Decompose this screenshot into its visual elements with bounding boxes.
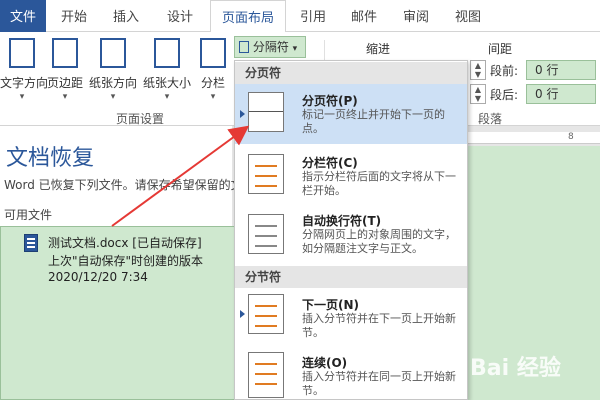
recovered-file-subtitle: 上次"自动保存"时创建的版本	[48, 254, 204, 268]
ribbon-tab-bar: 文件 开始 插入 设计 页面布局 引用 邮件 审阅 视图	[0, 0, 600, 33]
orientation-button[interactable]: 纸张方向 ▾	[86, 32, 140, 108]
menu-item-title: 分栏符(C)	[302, 156, 358, 170]
continuous-break-icon	[248, 352, 284, 398]
text-direction-button[interactable]: 文字方向 ▾	[0, 32, 49, 108]
breaks-button[interactable]: 分隔符 ▾	[234, 36, 306, 58]
selection-marker-icon	[240, 310, 245, 318]
menu-item-desc: 标记一页终止并开始下一页的点。	[302, 108, 445, 135]
recovery-description: Word 已恢复下列文件。请保存希望保留的文	[4, 178, 243, 192]
recovered-file-timestamp: 2020/12/20 7:34	[48, 270, 148, 284]
available-files-label: 可用文件	[4, 208, 53, 222]
spacing-after-stepper[interactable]: ▲ ▼	[470, 84, 486, 104]
spacing-before-label: 段前:	[490, 64, 519, 78]
recovery-title: 文档恢复	[6, 146, 95, 171]
tab-mailings[interactable]: 邮件	[342, 0, 386, 32]
orientation-icon	[100, 38, 126, 68]
tab-insert[interactable]: 插入	[104, 0, 148, 32]
spacing-before-input[interactable]: 0 行	[526, 60, 596, 80]
tab-page-layout[interactable]: 页面布局	[210, 0, 286, 33]
paper-size-button[interactable]: 纸张大小 ▾	[140, 32, 194, 108]
ruler: 8	[468, 132, 600, 144]
chevron-down-icon: ▾	[210, 92, 216, 102]
menu-item-desc: 分隔网页上的对象周围的文字，如分隔题注文字与正文。	[302, 228, 456, 255]
menu-item-title: 分页符(P)	[302, 94, 358, 108]
tab-file[interactable]: 文件	[0, 0, 46, 32]
recovered-file-name: 测试文档.docx [已自动保存]	[48, 236, 202, 250]
menu-item-title: 下一页(N)	[302, 298, 360, 312]
column-break-icon	[248, 154, 284, 194]
text-direction-icon	[9, 38, 35, 68]
selection-marker-icon	[240, 110, 245, 118]
margins-button[interactable]: 页边距 ▾	[44, 32, 86, 108]
menu-item-desc: 插入分节符并在下一页上开始新节。	[302, 312, 456, 339]
word-document-icon	[24, 234, 38, 252]
menu-item-title: 自动换行符(T)	[302, 214, 382, 228]
chevron-down-icon: ▾	[110, 92, 116, 102]
chevron-down-icon: ▾	[164, 92, 170, 102]
spacing-after-input[interactable]: 0 行	[526, 84, 596, 104]
tab-home[interactable]: 开始	[52, 0, 96, 32]
menu-item-desc: 指示分栏符后面的文字将从下一栏开始。	[302, 170, 456, 197]
spacing-label: 间距	[488, 42, 513, 56]
menu-item-title: 连续(O)	[302, 356, 348, 370]
menu-section-section-breaks: 分节符	[235, 266, 467, 288]
paper-size-label: 纸张大小	[142, 76, 191, 90]
text-direction-label: 文字方向	[0, 76, 49, 90]
watermark-logo: Bai 经验	[470, 356, 561, 381]
tab-view[interactable]: 视图	[446, 0, 490, 32]
chevron-down-icon: ▾	[292, 44, 298, 54]
spacing-after-label: 段后:	[490, 88, 519, 102]
breaks-icon	[239, 41, 249, 53]
group-paragraph-label: 段落	[478, 112, 503, 126]
tab-design[interactable]: 设计	[158, 0, 202, 32]
ruler-number: 8	[568, 132, 574, 142]
margins-icon	[52, 38, 78, 68]
margins-label: 页边距	[46, 76, 83, 90]
columns-icon	[200, 38, 226, 68]
menu-section-page-breaks: 分页符	[235, 62, 467, 84]
spacing-before-stepper[interactable]: ▲ ▼	[470, 60, 486, 80]
group-page-setup-label: 页面设置	[116, 112, 165, 126]
breaks-button-label: 分隔符	[252, 40, 289, 54]
menu-item-desc: 插入分节符并在同一页上开始新节。	[302, 370, 456, 397]
tab-review[interactable]: 审阅	[394, 0, 438, 32]
page-break-icon	[248, 92, 284, 132]
columns-label: 分栏	[200, 76, 225, 90]
columns-button[interactable]: 分栏 ▾	[196, 32, 230, 108]
orientation-label: 纸张方向	[88, 76, 137, 90]
next-page-break-icon	[248, 294, 284, 334]
chevron-down-icon: ▾	[19, 92, 25, 102]
indent-label: 缩进	[366, 42, 391, 56]
text-wrapping-break-icon	[248, 214, 284, 254]
tab-references[interactable]: 引用	[292, 0, 334, 32]
paper-size-icon	[154, 38, 180, 68]
chevron-down-icon: ▾	[62, 92, 68, 102]
